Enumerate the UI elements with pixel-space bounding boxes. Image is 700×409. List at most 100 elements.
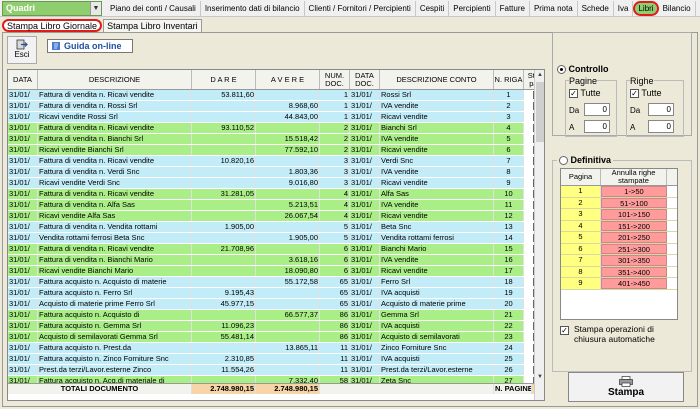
definitiva-row[interactable]: 9 401->450 xyxy=(561,278,677,290)
definitiva-row[interactable]: 3 101->150 xyxy=(561,209,677,221)
def-annulla-button[interactable]: 51->100 xyxy=(601,197,667,208)
table-cell: 11.096,23 xyxy=(192,321,256,331)
checkbox-pagine-tutte[interactable]: ✓ xyxy=(569,89,578,99)
chiusura-option[interactable]: ✓ xyxy=(560,325,569,336)
def-annulla-button[interactable]: 251->300 xyxy=(601,243,667,254)
table-cell: 31/01/ xyxy=(8,244,38,254)
def-page-cell: 7 xyxy=(561,255,601,266)
pagine-da-input[interactable]: 0 xyxy=(584,103,610,116)
menu-item-prima-nota[interactable]: Prima nota xyxy=(530,0,578,16)
table-cell: 11 xyxy=(320,343,350,353)
table-row[interactable]: 31/01/Fattura di vendita n. Ricavi vendi… xyxy=(8,189,544,200)
def-annulla-button[interactable]: 101->150 xyxy=(601,209,667,220)
definitiva-row[interactable]: 5 201->250 xyxy=(561,232,677,244)
tab-stampa-libro-giornale[interactable]: Stampa Libro Giornale xyxy=(2,19,103,32)
table-row[interactable]: 31/01/Fattura di vendita n. Ricavi vendi… xyxy=(8,123,544,134)
table-cell: 31/01/ xyxy=(8,332,38,342)
definitiva-row[interactable]: 8 351->400 xyxy=(561,266,677,278)
checkbox-righe-tutte[interactable]: ✓ xyxy=(630,89,639,99)
definitiva-row[interactable]: 4 151->200 xyxy=(561,220,677,232)
table-cell: 31/01/ xyxy=(350,189,380,199)
table-row[interactable]: 31/01/Acquisto di materie prime Ferro Sr… xyxy=(8,299,544,310)
table-row[interactable]: 31/01/Fattura di vendita n. Ricavi vendi… xyxy=(8,90,544,101)
table-cell xyxy=(256,244,320,254)
table-row[interactable]: 31/01/Fattura di vendita n. Bianchi Mari… xyxy=(8,255,544,266)
def-annulla-button[interactable]: 151->200 xyxy=(601,220,667,231)
menu-item-bilancio[interactable]: Bilancio xyxy=(659,0,696,16)
definitiva-row[interactable]: 6 251->300 xyxy=(561,243,677,255)
radio-controllo[interactable] xyxy=(557,65,566,75)
module-combo[interactable]: Quadri ▼ xyxy=(2,0,102,16)
table-cell: 7 xyxy=(494,156,524,166)
table-row[interactable]: 31/01/Fattura di vendita n. Verdi Snc 1.8… xyxy=(8,167,544,178)
definitiva-row[interactable]: 7 301->350 xyxy=(561,255,677,267)
scroll-up-icon[interactable]: ▲ xyxy=(535,70,544,80)
table-cell: 65 xyxy=(320,277,350,287)
help-icon xyxy=(52,42,60,50)
tab-stampa-libro-inventari[interactable]: Stampa Libro Inventari xyxy=(103,19,202,32)
menu-item-piano-dei-conti-causali[interactable]: Piano dei conti / Causali xyxy=(106,0,201,16)
menu-item-inserimento-dati-di-bilancio[interactable]: Inserimento dati di bilancio xyxy=(201,0,305,16)
definitiva-radio[interactable]: Definitiva xyxy=(557,155,614,166)
help-online-button[interactable]: Guida on-line xyxy=(47,39,133,53)
table-row[interactable]: 31/01/Vendita rottami ferrosi Beta Snc 1.… xyxy=(8,233,544,244)
menu-item-percipienti[interactable]: Percipienti xyxy=(449,0,496,16)
table-row[interactable]: 31/01/Fattura di vendita n. Bianchi Srl 1… xyxy=(8,134,544,145)
table-row[interactable]: 31/01/Fattura di vendita n. Ricavi vendi… xyxy=(8,156,544,167)
pagine-a-input[interactable]: 0 xyxy=(584,120,610,133)
table-row[interactable]: 31/01/Ricavi vendite Alfa Sas 26.067,54 4 3… xyxy=(8,211,544,222)
pagine-tutte[interactable]: ✓ Tutte xyxy=(569,88,601,99)
table-row[interactable]: 31/01/Fattura di vendita n. Vendita rott… xyxy=(8,222,544,233)
def-annulla-button[interactable]: 201->250 xyxy=(601,232,667,243)
table-row[interactable]: 31/01/Fattura acquisto n. Gemma Srl 11.09… xyxy=(8,321,544,332)
table-cell: 11 xyxy=(320,354,350,364)
menu-item-schede[interactable]: Schede xyxy=(578,0,614,16)
table-row[interactable]: 31/01/Ricavi vendite Verdi Snc 9.016,80 3 3… xyxy=(8,178,544,189)
righe-tutte[interactable]: ✓ Tutte xyxy=(630,88,662,99)
scroll-thumb[interactable] xyxy=(536,82,544,142)
menu-item-cespiti[interactable]: Cespiti xyxy=(416,0,450,16)
table-row[interactable]: 31/01/Prest.da terzi/Lavor.esterne Zinco… xyxy=(8,365,544,376)
table-row[interactable]: 31/01/Fattura acquisto n. Ferro Srl 9.195… xyxy=(8,288,544,299)
menu-item-fatture[interactable]: Fatture xyxy=(496,0,530,16)
table-row[interactable]: 31/01/Fattura acquisto n. Acquisto di 66.… xyxy=(8,310,544,321)
table-row[interactable]: 31/01/Fattura di vendita n. Alfa Sas 5.21… xyxy=(8,200,544,211)
menu-item-iva[interactable]: Iva xyxy=(614,0,634,16)
table-row[interactable]: 31/01/Fattura di vendita n. Ricavi vendi… xyxy=(8,244,544,255)
def-annulla-button[interactable]: 351->400 xyxy=(601,266,667,277)
controllo-radio[interactable]: Controllo xyxy=(557,64,609,75)
table-row[interactable]: 31/01/Fattura di vendita n. Rossi Srl 8.9… xyxy=(8,101,544,112)
table-row[interactable]: 31/01/Ricavi vendite Bianchi Mario 18.090… xyxy=(8,266,544,277)
exit-button[interactable]: Esci xyxy=(7,36,37,64)
definitiva-row[interactable]: 1 1->50 xyxy=(561,186,677,198)
table-cell: 77.592,10 xyxy=(256,145,320,155)
def-annulla-button[interactable]: 1->50 xyxy=(601,186,667,197)
checkbox-chiusura[interactable]: ✓ xyxy=(560,326,569,336)
def-annulla-button[interactable]: 301->350 xyxy=(601,255,667,266)
chevron-down-icon[interactable]: ▼ xyxy=(90,1,101,15)
exit-icon xyxy=(16,39,28,50)
scroll-down-icon[interactable]: ▼ xyxy=(535,372,544,382)
table-cell: 5 xyxy=(320,233,350,243)
table-row[interactable]: 31/01/Acquisto di semilavorati Gemma Srl… xyxy=(8,332,544,343)
grid-scrollbar[interactable]: ▲ ▼ xyxy=(534,70,544,400)
definitiva-title: Definitiva xyxy=(570,155,612,165)
print-button[interactable]: Stampa xyxy=(568,372,684,402)
table-row[interactable]: 31/01/Fattura acquisto n. Zinco Fornitur… xyxy=(8,354,544,365)
table-row[interactable]: 31/01/Ricavi vendite Bianchi Srl 77.592,1… xyxy=(8,145,544,156)
righe-da-input[interactable]: 0 xyxy=(648,103,674,116)
table-row[interactable]: 31/01/Ricavi vendite Rossi Srl 44.843,00 1… xyxy=(8,112,544,123)
table-cell: 31/01/ xyxy=(8,365,38,375)
definitiva-row[interactable]: 2 51->100 xyxy=(561,197,677,209)
def-annulla-button[interactable]: 401->450 xyxy=(601,278,667,289)
table-cell: 12 xyxy=(494,211,524,221)
righe-a-input[interactable]: 0 xyxy=(648,120,674,133)
radio-definitiva[interactable] xyxy=(559,156,568,166)
table-cell: 65 xyxy=(320,299,350,309)
menu-item-libri[interactable]: Libri xyxy=(633,0,659,16)
totals-avere: 2.748.980,15 xyxy=(256,384,320,394)
menu-item-clienti-fornitori-percipienti[interactable]: Clienti / Fornitori / Percipienti xyxy=(305,0,416,16)
table-row[interactable]: 31/01/Fattura acquisto n. Acquisto di ma… xyxy=(8,277,544,288)
table-cell: 31/01/ xyxy=(350,310,380,320)
table-row[interactable]: 31/01/Fattura acquisto n. Prest.da 13.865… xyxy=(8,343,544,354)
